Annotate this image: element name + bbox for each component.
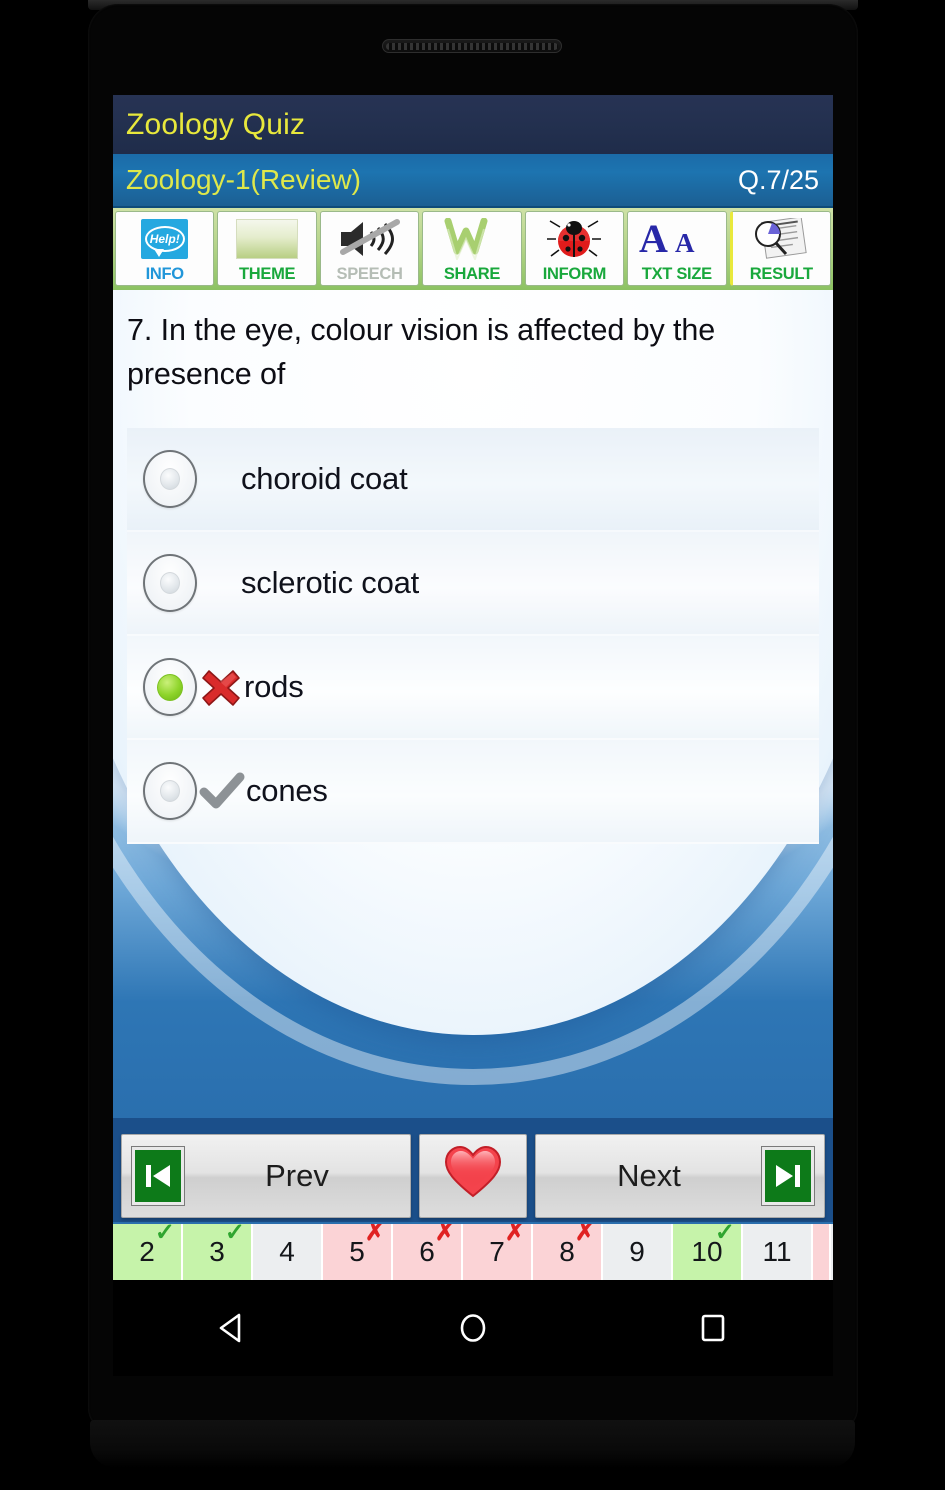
toolbar-label-inform: INFORM [542, 265, 607, 283]
cross-mark-icon [199, 665, 243, 709]
skip-previous-icon [131, 1146, 185, 1206]
font-size-icon: A A [628, 212, 725, 265]
android-recents-button[interactable] [678, 1293, 748, 1363]
question-chip[interactable]: 11 [743, 1224, 813, 1280]
answer-option-4[interactable]: cones [127, 740, 819, 844]
question-chip[interactable]: ✓ 3 [183, 1224, 253, 1280]
toolbar-label-share: SHARE [443, 265, 501, 283]
question-text: 7. In the eye, colour vision is affected… [127, 313, 716, 391]
question-number-strip[interactable]: ✓ 2 ✓ 3 4 ✗ 5 ✗ 6 ✗ 7 ✗ 8 9 ✓ 10 11 [113, 1222, 833, 1280]
prev-button[interactable]: Prev [121, 1134, 411, 1218]
correct-mark-icon: ✓ [154, 1222, 175, 1246]
question-chip-number: 7 [489, 1236, 505, 1267]
next-button[interactable]: Next [535, 1134, 825, 1218]
favorite-button[interactable] [419, 1134, 527, 1218]
toolbar-label-info: INFO [145, 265, 185, 283]
prev-button-label: Prev [265, 1158, 329, 1193]
app-title-bar: Zoology Quiz [113, 95, 833, 154]
question-chip-number: 2 [139, 1236, 155, 1267]
question-chip[interactable]: ✗ 6 [393, 1224, 463, 1280]
toolbar-label-txtsize: TXT SIZE [641, 265, 712, 283]
skip-next-icon [761, 1146, 815, 1206]
quiz-content-area: 7. In the eye, colour vision is affected… [113, 290, 833, 1118]
wrong-mark-icon: ✗ [434, 1222, 455, 1246]
android-system-nav-bar [113, 1280, 833, 1376]
toolbar-button-theme[interactable]: THEME [217, 211, 317, 286]
correct-mark-icon: ✓ [714, 1222, 735, 1246]
question-chip[interactable]: ✗ 5 [323, 1224, 393, 1280]
answer-option-2[interactable]: sclerotic coat [127, 532, 819, 636]
wrong-mark-icon: ✗ [364, 1222, 385, 1246]
question-chip-partial[interactable] [813, 1224, 831, 1280]
toolbar-button-share[interactable]: SHARE [422, 211, 522, 286]
quiz-subtitle-bar: Zoology-1(Review) Q.7/25 [113, 154, 833, 208]
help-icon: Help! [116, 212, 213, 265]
radio-button-4[interactable] [143, 762, 197, 820]
question-chip-number: 9 [629, 1236, 645, 1267]
question-chip-number: 11 [762, 1236, 792, 1267]
correct-mark-icon: ✓ [224, 1222, 245, 1246]
answer-label-1: choroid coat [241, 461, 408, 496]
toolbar-button-inform[interactable]: INFORM [524, 211, 625, 286]
question-chip[interactable]: ✗ 7 [463, 1224, 533, 1280]
question-chip[interactable]: 9 [603, 1224, 673, 1280]
heart-icon [443, 1144, 503, 1208]
answer-label-2: sclerotic coat [241, 565, 420, 600]
question-chip[interactable]: ✓ 10 [673, 1224, 743, 1280]
next-button-label: Next [617, 1158, 681, 1193]
question-chip-number: 8 [559, 1236, 575, 1267]
question-counter: Q.7/25 [737, 164, 819, 195]
swatch-icon [218, 212, 315, 265]
toolbar-button-result[interactable]: RESULT [729, 211, 831, 286]
quiz-set-name: Zoology-1(Review) [126, 164, 361, 195]
radio-button-3[interactable] [143, 658, 197, 716]
share-w-icon [423, 212, 520, 265]
action-toolbar: Help! INFO THEME SPEECH SHARE INFORM A A… [113, 208, 833, 290]
question-chip-number: 4 [279, 1236, 295, 1267]
question-chip[interactable]: ✓ 2 [113, 1224, 183, 1280]
answer-label-3: rods [244, 669, 304, 704]
earpiece-speaker [382, 39, 562, 53]
answer-label-4: cones [246, 773, 328, 808]
svg-text:A: A [675, 228, 695, 258]
radio-button-1[interactable] [143, 450, 197, 508]
toolbar-button-txtsize[interactable]: A A TXT SIZE [627, 211, 727, 286]
answer-option-3[interactable]: rods [127, 636, 819, 740]
wrong-mark-icon: ✗ [504, 1222, 525, 1246]
answer-options-list: choroid coat sclerotic coat rods cones [127, 428, 819, 844]
question-chip-number: 3 [209, 1236, 225, 1267]
svg-text:A: A [639, 219, 668, 259]
app-title: Zoology Quiz [126, 107, 306, 141]
question-chip[interactable]: 4 [253, 1224, 323, 1280]
ladybug-icon [526, 212, 623, 265]
toolbar-button-info[interactable]: Help! INFO [115, 211, 215, 286]
toolbar-label-result: RESULT [749, 265, 813, 283]
android-back-button[interactable] [198, 1293, 268, 1363]
check-mark-icon [199, 769, 245, 813]
answer-option-1[interactable]: choroid coat [127, 428, 819, 532]
report-icon [733, 212, 830, 265]
radio-button-2[interactable] [143, 554, 197, 612]
question-chip[interactable]: ✗ 8 [533, 1224, 603, 1280]
question-chip-number: 6 [419, 1236, 435, 1267]
device-bottom-bezel [90, 1420, 855, 1468]
wrong-mark-icon: ✗ [574, 1222, 595, 1246]
question-chip-number: 5 [349, 1236, 365, 1267]
speaker-mute-icon [321, 212, 418, 265]
toolbar-label-theme: THEME [239, 265, 296, 283]
phone-device-frame: Zoology Quiz Zoology-1(Review) Q.7/25 He… [0, 0, 945, 1490]
app-screen: Zoology Quiz Zoology-1(Review) Q.7/25 He… [113, 95, 833, 1280]
quiz-navigation-bar: Prev Next [113, 1130, 833, 1222]
toolbar-button-speech[interactable]: SPEECH [319, 211, 420, 286]
android-home-button[interactable] [438, 1293, 508, 1363]
toolbar-label-speech: SPEECH [336, 265, 403, 283]
